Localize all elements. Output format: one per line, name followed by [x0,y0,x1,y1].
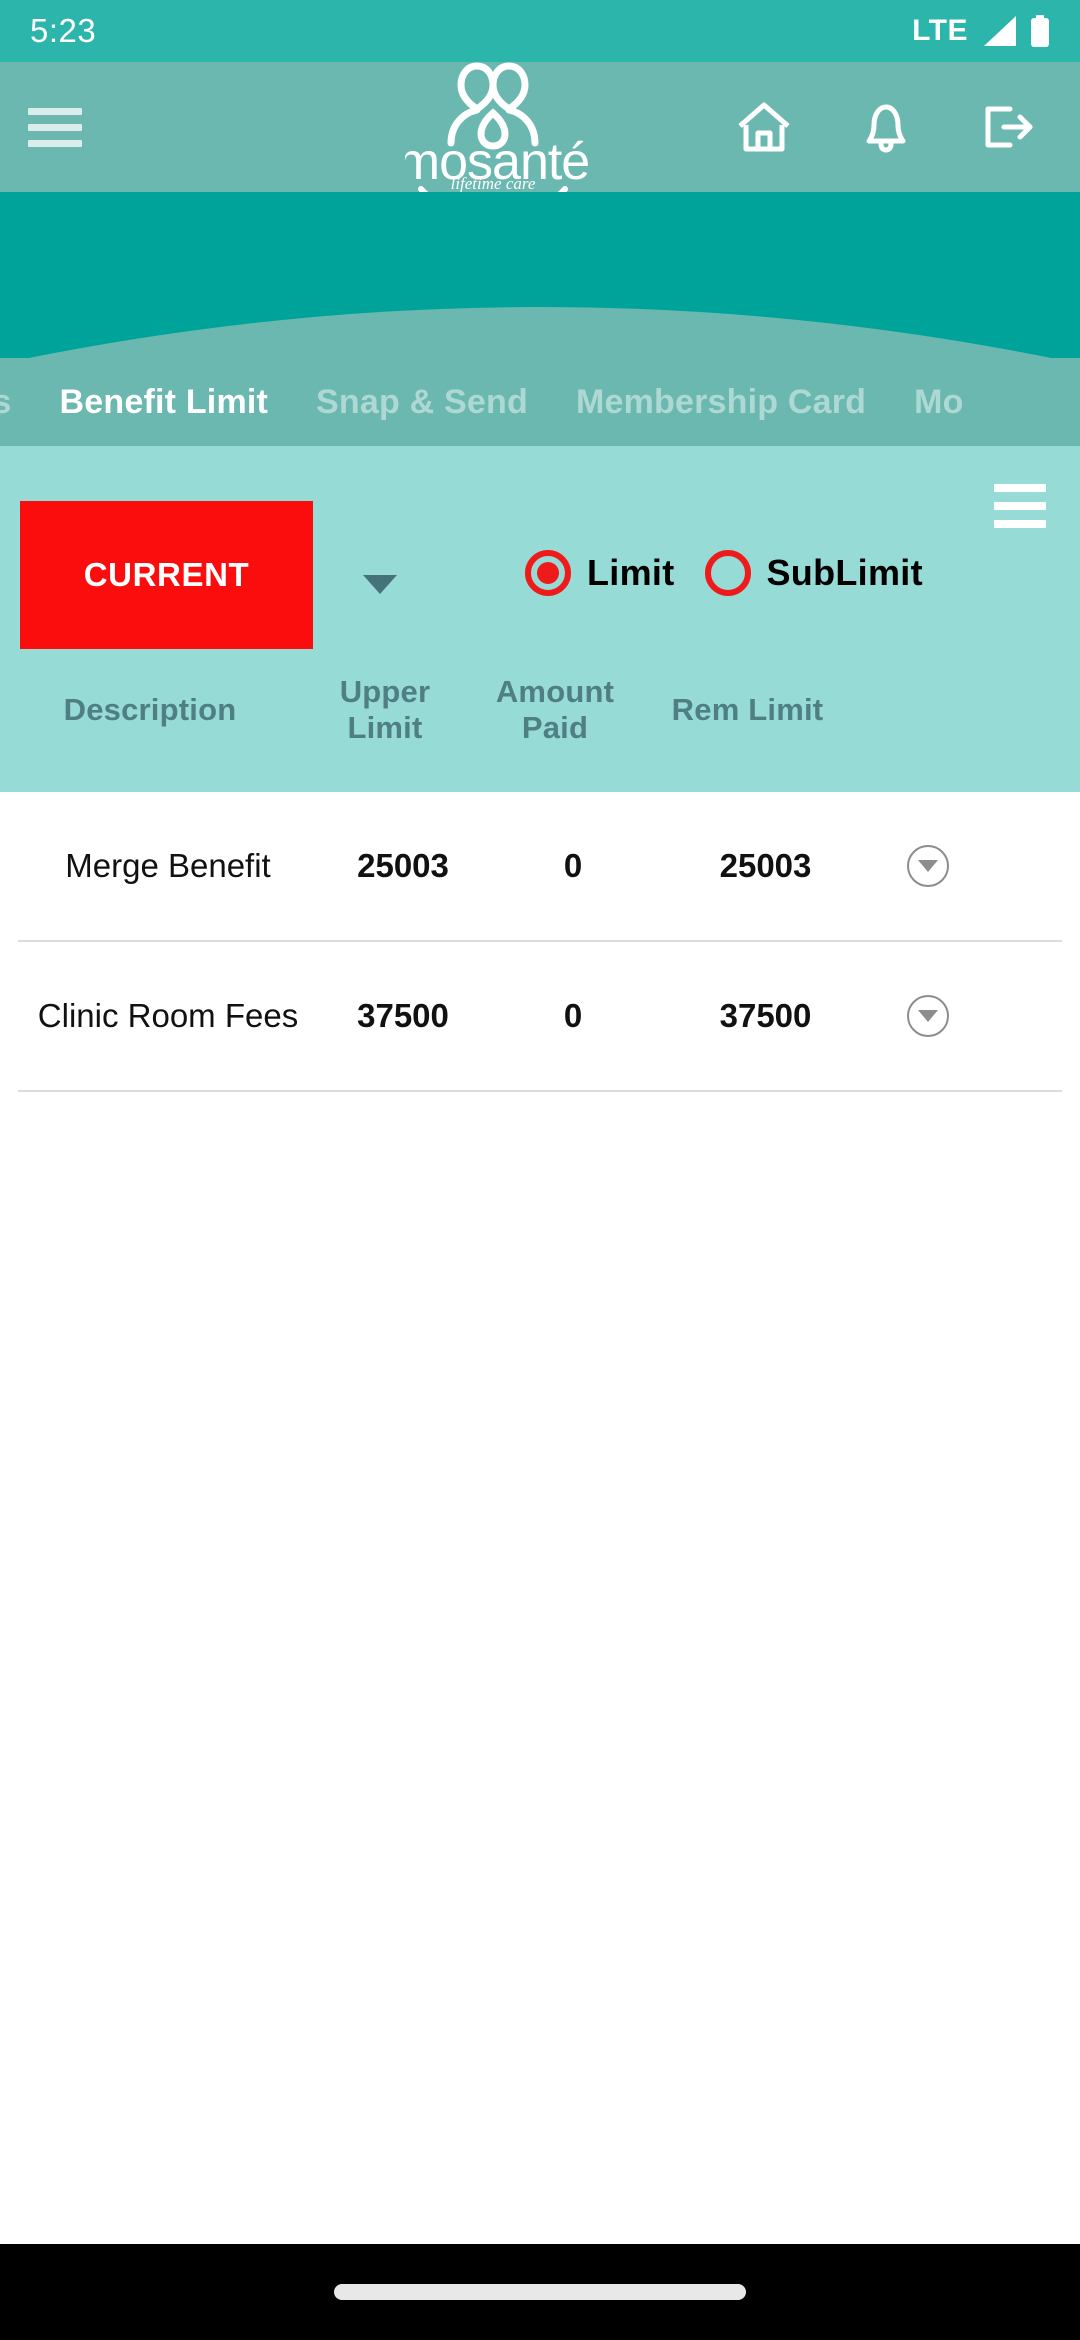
battery-full-icon [1031,15,1049,47]
tab-membership-card[interactable]: Membership Card [552,383,890,422]
table-body: Merge Benefit 25003 0 25003 Clinic Room … [0,792,1080,1092]
content-panel: CURRENT Limit SubLimit Description Upper… [0,446,1080,792]
radio-limit[interactable]: Limit [525,550,675,596]
row-rem-limit: 25003 [719,847,812,884]
row-description: Clinic Room Fees [37,996,299,1034]
filter-controls: CURRENT Limit SubLimit [0,468,1080,649]
radio-sublimit-label: SubLimit [766,552,923,593]
radio-sublimit-circle[interactable] [704,550,751,596]
header-action-icons [736,99,1052,155]
bell-icon[interactable] [858,99,914,155]
empty-content-area [0,1092,1080,2244]
tab-snap-and-send[interactable]: Snap & Send [292,383,552,422]
column-header-upper-limit: Upper Limit [339,674,431,745]
hamburger-menu-icon[interactable] [28,107,82,147]
arc-decoration [28,307,1052,358]
svg-text:mosanté: mosanté [405,133,589,191]
network-type-label: LTE [912,14,968,47]
tab-more[interactable]: Mo [890,383,988,422]
svg-text:lifetime care: lifetime care [451,174,536,193]
signal-triangle-icon [984,16,1016,46]
row-action-cell [873,995,983,1037]
phone-screen: 5:23 LTE mosanté lifetime care s Benefit… [0,0,1080,2340]
radio-limit-dot [537,562,559,584]
column-header-rem-limit: Rem Limit [671,692,824,727]
status-bar: 5:23 LTE [0,0,1080,62]
column-header-amount-paid: Amount Paid [495,674,615,745]
table-row[interactable]: Clinic Room Fees 37500 0 37500 [18,942,1062,1092]
row-description: Merge Benefit [65,846,271,884]
table-row[interactable]: Merge Benefit 25003 0 25003 [18,792,1062,942]
tab-claims[interactable]: ms [0,383,36,422]
row-rem-limit: 37500 [719,997,812,1034]
home-gesture-pill[interactable] [334,2284,746,2300]
radio-limit-label: Limit [587,552,675,593]
tab-benefit-limit[interactable]: Benefit Limit [36,383,293,422]
panel-hamburger-icon[interactable] [994,484,1046,528]
row-expand-icon[interactable] [907,845,949,887]
row-upper-limit: 37500 [357,997,449,1034]
limit-type-radio-group: Limit SubLimit [525,550,923,596]
system-navigation-bar [0,2244,1080,2340]
row-action-cell [873,845,983,887]
row-amount-paid: 0 [563,997,583,1034]
radio-sublimit[interactable]: SubLimit [704,550,923,596]
logout-icon[interactable] [980,99,1036,155]
column-header-description: Description [63,692,237,727]
row-upper-limit: 25003 [357,847,449,884]
chevron-down-icon[interactable] [363,574,397,594]
two-people-logo-icon: mosanté [405,62,590,191]
row-amount-paid: 0 [563,847,583,884]
status-bar-indicators: LTE [912,14,1050,48]
period-current-button[interactable]: CURRENT [20,501,313,649]
row-expand-icon[interactable] [907,995,949,1037]
home-icon[interactable] [736,99,792,155]
app-header: mosanté lifetime care [0,62,1080,213]
tab-bar[interactable]: ms Benefit Limit Snap & Send Membership … [0,358,1080,446]
curve-banner [0,192,1080,358]
status-time: 5:23 [30,12,97,49]
radio-limit-circle[interactable] [525,550,571,596]
